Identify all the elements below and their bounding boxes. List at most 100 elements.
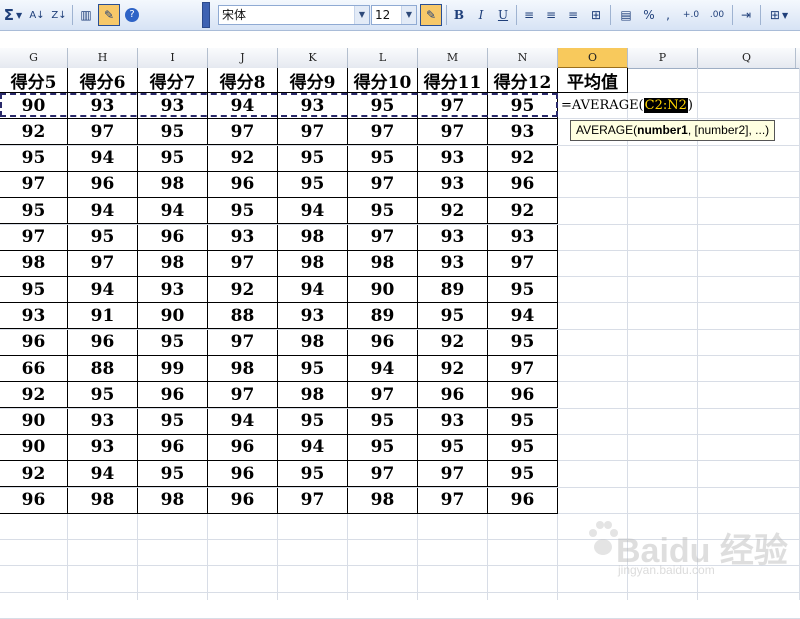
data-cell[interactable]: 95 <box>278 356 348 382</box>
header-cell-O[interactable]: 平均值 <box>558 68 628 93</box>
data-cell[interactable]: 94 <box>278 277 348 304</box>
sort-ascending-button[interactable]: A↓ <box>27 4 47 26</box>
percent-button[interactable]: % <box>640 4 658 26</box>
data-cell[interactable]: 97 <box>68 250 138 277</box>
header-cell-M[interactable]: 得分11 <box>418 68 488 93</box>
data-cell[interactable]: 94 <box>68 461 138 488</box>
data-cell[interactable]: 97 <box>68 119 138 146</box>
data-cell[interactable]: 97 <box>0 171 68 198</box>
data-cell[interactable]: 90 <box>348 277 418 304</box>
data-cell[interactable]: 98 <box>278 382 348 409</box>
data-cell[interactable]: 94 <box>278 198 348 225</box>
column-header-M[interactable]: M <box>418 48 488 68</box>
data-cell[interactable]: 97 <box>278 119 348 146</box>
data-cell[interactable]: 93 <box>68 408 138 435</box>
data-cell[interactable]: 94 <box>68 198 138 225</box>
column-header-O[interactable]: O <box>558 48 628 68</box>
data-cell[interactable]: 99 <box>138 356 208 382</box>
column-header-I[interactable]: I <box>138 48 208 68</box>
data-cell[interactable]: 88 <box>208 303 278 330</box>
column-header-L[interactable]: L <box>348 48 418 68</box>
merge-center-button[interactable]: ⊞ <box>585 4 607 26</box>
column-header-P[interactable]: P <box>628 48 698 68</box>
data-cell[interactable]: 95 <box>418 434 488 461</box>
data-cell[interactable]: 98 <box>278 224 348 251</box>
increase-decimal-button[interactable]: +.0 <box>679 4 703 26</box>
data-cell[interactable]: 96 <box>488 487 558 514</box>
data-cell[interactable]: 92 <box>208 277 278 304</box>
data-cell[interactable]: 92 <box>488 198 558 225</box>
data-cell[interactable]: 96 <box>0 487 68 514</box>
data-cell[interactable]: 94 <box>68 277 138 304</box>
data-cell[interactable]: 97 <box>208 329 278 356</box>
data-cell[interactable]: 94 <box>208 93 278 119</box>
data-cell[interactable]: 95 <box>68 382 138 409</box>
data-cell[interactable]: 95 <box>68 224 138 251</box>
data-cell[interactable]: 96 <box>208 171 278 198</box>
data-cell[interactable]: 98 <box>278 250 348 277</box>
data-cell[interactable]: 95 <box>0 277 68 304</box>
data-cell[interactable]: 92 <box>418 198 488 225</box>
data-cell[interactable]: 97 <box>418 119 488 146</box>
data-cell[interactable]: 95 <box>488 408 558 435</box>
autosum-button[interactable]: Σ ▼ <box>0 4 26 26</box>
header-cell-L[interactable]: 得分10 <box>348 68 418 93</box>
toolbar-grip[interactable] <box>202 2 210 28</box>
data-cell[interactable]: 96 <box>208 487 278 514</box>
data-cell[interactable]: 92 <box>0 461 68 488</box>
data-cell[interactable]: 92 <box>488 145 558 172</box>
chevron-down-icon[interactable]: ▼ <box>401 6 416 24</box>
data-cell[interactable]: 98 <box>348 250 418 277</box>
column-header-H[interactable]: H <box>68 48 138 68</box>
cell-O2-formula[interactable]: =AVERAGE(C2:N2) <box>561 95 693 115</box>
data-cell[interactable]: 96 <box>488 382 558 409</box>
data-cell[interactable]: 95 <box>278 145 348 172</box>
data-cell[interactable]: 96 <box>208 461 278 488</box>
column-header-G[interactable]: G <box>0 48 68 68</box>
data-cell[interactable]: 94 <box>488 303 558 330</box>
data-cell[interactable]: 96 <box>348 329 418 356</box>
data-cell[interactable]: 92 <box>0 119 68 146</box>
data-cell[interactable]: 96 <box>488 171 558 198</box>
data-cell[interactable]: 93 <box>278 303 348 330</box>
data-cell[interactable]: 94 <box>208 408 278 435</box>
data-cell[interactable]: 97 <box>418 93 488 119</box>
data-cell[interactable]: 97 <box>348 119 418 146</box>
data-cell[interactable]: 95 <box>138 119 208 146</box>
data-cell[interactable]: 96 <box>68 329 138 356</box>
data-cell[interactable]: 90 <box>0 434 68 461</box>
currency-button[interactable]: ▤ <box>614 4 638 26</box>
data-cell[interactable]: 93 <box>138 277 208 304</box>
italic-button[interactable]: I <box>471 4 491 26</box>
data-cell[interactable]: 93 <box>488 119 558 146</box>
data-cell[interactable]: 95 <box>278 461 348 488</box>
data-cell[interactable]: 93 <box>68 93 138 119</box>
data-cell[interactable]: 97 <box>348 224 418 251</box>
data-cell[interactable]: 98 <box>138 250 208 277</box>
data-cell[interactable]: 97 <box>208 250 278 277</box>
data-cell[interactable]: 95 <box>418 303 488 330</box>
data-cell[interactable]: 96 <box>138 224 208 251</box>
data-cell[interactable]: 89 <box>348 303 418 330</box>
data-cell[interactable]: 95 <box>0 198 68 225</box>
bold-button[interactable]: B <box>449 4 469 26</box>
data-cell[interactable]: 98 <box>68 487 138 514</box>
data-cell[interactable]: 93 <box>488 224 558 251</box>
data-cell[interactable]: 92 <box>208 145 278 172</box>
data-cell[interactable]: 98 <box>138 487 208 514</box>
data-cell[interactable]: 93 <box>208 224 278 251</box>
underline-button[interactable]: U <box>493 4 513 26</box>
data-cell[interactable]: 95 <box>138 329 208 356</box>
data-cell[interactable]: 92 <box>0 382 68 409</box>
data-cell[interactable]: 98 <box>208 356 278 382</box>
data-cell[interactable]: 66 <box>0 356 68 382</box>
data-cell[interactable]: 93 <box>0 303 68 330</box>
data-cell[interactable]: 90 <box>0 93 68 119</box>
decrease-decimal-button[interactable]: .00 <box>705 4 729 26</box>
data-cell[interactable]: 96 <box>138 434 208 461</box>
data-cell[interactable]: 95 <box>138 408 208 435</box>
data-cell[interactable]: 94 <box>68 145 138 172</box>
font-size-select[interactable]: 12 ▼ <box>371 5 417 25</box>
data-cell[interactable]: 97 <box>488 356 558 382</box>
data-cell[interactable]: 92 <box>418 329 488 356</box>
